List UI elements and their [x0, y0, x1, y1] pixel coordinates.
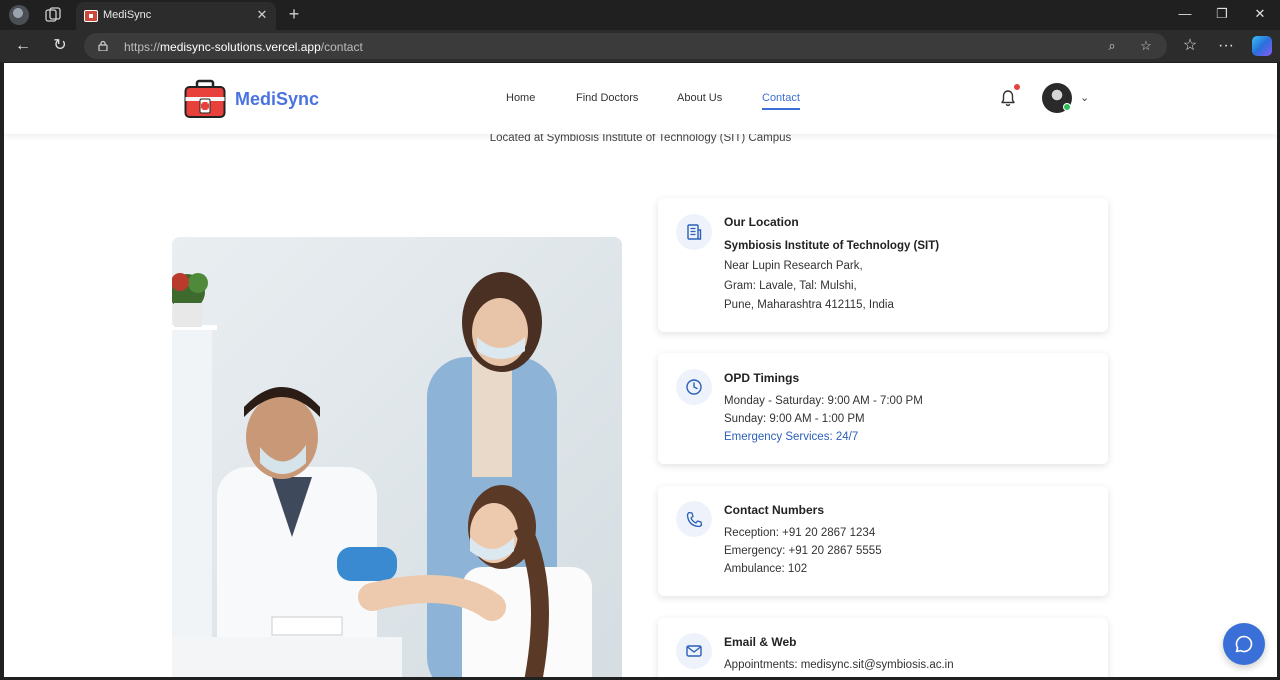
site-navbar: MediSync Home Find Doctors About Us Cont… — [4, 63, 1277, 134]
online-status-indicator — [1063, 103, 1071, 111]
email-web-card: Email & Web Appointments: medisync.sit@s… — [658, 618, 1108, 677]
url-bar[interactable]: https://medisync-solutions.vercel.app/co… — [84, 33, 1167, 59]
chat-bubble-icon — [1235, 635, 1253, 653]
opd-sunday-hours: Sunday: 9:00 AM - 1:00 PM — [724, 413, 865, 425]
emergency-number[interactable]: Emergency: +91 20 2867 5555 — [724, 545, 882, 557]
lock-icon — [98, 40, 108, 51]
nav-link-contact[interactable]: Contact — [762, 92, 800, 110]
zoom-icon[interactable]: ⌕ — [1104, 38, 1120, 54]
chat-button[interactable] — [1223, 623, 1265, 665]
maximize-icon[interactable]: ❐ — [1207, 4, 1237, 24]
location-address-line-2: Gram: Lavale, Tal: Mulshi, — [724, 280, 857, 292]
back-icon[interactable]: ← — [13, 36, 33, 56]
url-text: https://medisync-solutions.vercel.app/co… — [124, 40, 363, 54]
clock-icon — [676, 369, 712, 405]
opd-emergency-services: Emergency Services: 24/7 — [724, 431, 859, 443]
minimize-icon[interactable]: — — [1170, 4, 1200, 24]
new-tab-icon[interactable]: + — [284, 4, 304, 24]
mail-icon — [676, 633, 712, 669]
phone-icon — [676, 501, 712, 537]
brand-name[interactable]: MediSync — [235, 89, 319, 110]
browser-profile-avatar[interactable] — [9, 5, 29, 25]
tab-title: MediSync — [103, 9, 152, 21]
location-name: Symbiosis Institute of Technology (SIT) — [724, 240, 940, 252]
nav-link-find-doctors[interactable]: Find Doctors — [576, 92, 638, 104]
notification-bell-icon[interactable] — [1000, 89, 1016, 107]
location-card: Our Location Symbiosis Institute of Tech… — [658, 198, 1108, 332]
page-viewport: MediSync Home Find Doctors About Us Cont… — [4, 63, 1277, 677]
location-address-line-3: Pune, Maharashtra 412115, India — [724, 299, 894, 311]
url-path: /contact — [320, 40, 363, 54]
contact-numbers-card: Contact Numbers Reception: +91 20 2867 1… — [658, 486, 1108, 596]
url-prefix: https:// — [124, 40, 161, 54]
favorites-icon[interactable]: ☆ — [1180, 36, 1200, 56]
appointments-email[interactable]: Appointments: medisync.sit@symbiosis.ac.… — [724, 659, 954, 671]
doctor-vaccinating-child-photo — [172, 237, 622, 677]
browser-tab-bar: MediSync ✕ + — ❐ ✕ — [0, 0, 1280, 30]
location-title: Our Location — [724, 215, 799, 229]
browser-address-bar: ← ↻ https://medisync-solutions.vercel.ap… — [0, 30, 1280, 62]
close-window-icon[interactable]: ✕ — [1245, 4, 1275, 24]
ambulance-number[interactable]: Ambulance: 102 — [724, 563, 807, 575]
copilot-icon[interactable] — [1252, 36, 1272, 56]
email-web-title: Email & Web — [724, 635, 797, 649]
favorite-star-icon[interactable]: ☆ — [1138, 38, 1154, 54]
opd-weekday-hours: Monday - Saturday: 9:00 AM - 7:00 PM — [724, 395, 923, 407]
more-menu-icon[interactable]: ··· — [1216, 36, 1236, 56]
reception-number[interactable]: Reception: +91 20 2867 1234 — [724, 527, 875, 539]
location-address-line-1: Near Lupin Research Park, — [724, 260, 863, 272]
notification-dot — [1014, 84, 1020, 90]
nav-link-home[interactable]: Home — [506, 92, 535, 104]
chevron-down-icon[interactable]: ⌄ — [1080, 91, 1092, 104]
tab-favicon-icon — [84, 10, 98, 22]
nav-link-about-us[interactable]: About Us — [677, 92, 722, 104]
contact-numbers-title: Contact Numbers — [724, 503, 825, 517]
workspaces-icon[interactable] — [44, 6, 62, 24]
url-host: medisync-solutions.vercel.app — [160, 40, 321, 54]
tab-close-icon[interactable]: ✕ — [254, 7, 270, 23]
browser-tab[interactable]: MediSync ✕ — [76, 2, 276, 30]
refresh-icon[interactable]: ↻ — [50, 36, 70, 56]
opd-timings-card: OPD Timings Monday - Saturday: 9:00 AM -… — [658, 353, 1108, 464]
building-icon — [676, 214, 712, 250]
opd-title: OPD Timings — [724, 371, 800, 385]
medical-kit-logo-icon[interactable] — [184, 79, 226, 119]
